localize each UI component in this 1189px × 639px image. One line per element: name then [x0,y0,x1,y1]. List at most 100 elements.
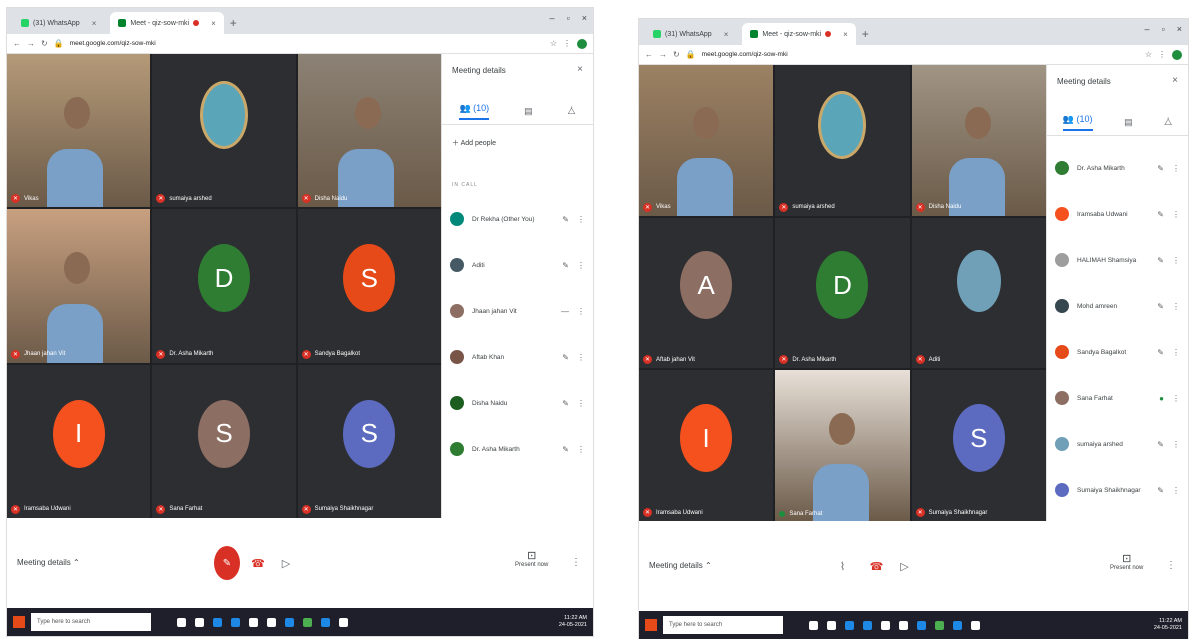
taskbar-app-icon[interactable] [809,620,818,630]
camera-icon[interactable]: ▷ [895,556,915,576]
close-icon[interactable]: × [577,64,583,75]
mic-icon[interactable]: ✎ [562,353,569,362]
windows-start-icon[interactable] [645,619,657,631]
meeting-details-button[interactable]: Meeting details ⌃ [649,561,712,570]
add-people-button[interactable]: ＋ Add people [452,138,496,148]
more-options-icon[interactable]: ⋮ [577,445,585,454]
taskbar-app-icon[interactable] [177,617,186,627]
mic-icon[interactable]: ✎ [1157,164,1164,173]
close-icon[interactable]: × [92,19,97,28]
more-options-icon[interactable]: ⋮ [577,261,585,270]
mic-icon[interactable]: ✎ [1157,256,1164,265]
mic-off-button[interactable]: ✎ [214,546,240,580]
tab-activities-icon[interactable]: ⧊ [568,106,576,117]
taskbar-search-box[interactable]: Type here to search [663,616,783,634]
mic-icon[interactable]: ● [1159,394,1164,403]
close-icon[interactable]: × [1172,75,1178,86]
more-options-icon[interactable]: ⋮ [577,399,585,408]
maximize-icon[interactable]: ▫ [1162,24,1165,34]
camera-icon[interactable]: ▷ [276,553,296,573]
close-window-icon[interactable]: × [1177,24,1182,34]
participant-tile[interactable]: ✕ sumaiya arshed [775,65,910,216]
taskbar-app-icon[interactable] [321,617,330,627]
more-options-icon[interactable]: ⋮ [1172,486,1180,495]
participant-row[interactable]: Dr. Asha Mikarth ✎ ⋮ [1055,145,1180,191]
back-icon[interactable]: ← [13,39,21,48]
participant-tile[interactable]: ✕ Disha Naidu [297,54,441,208]
participant-row[interactable]: Dr. Asha Mikarth ✎ ⋮ [450,426,585,472]
tab-people[interactable]: 👥 (10) [459,103,490,120]
system-tray-clock[interactable]: 11:22 AM 24-05-2021 [559,615,587,629]
star-icon[interactable]: ☆ [550,39,557,48]
taskbar-app-icon[interactable] [213,617,222,627]
mic-icon[interactable]: ✎ [1157,440,1164,449]
more-options-icon[interactable]: ⋮ [577,215,585,224]
new-tab-icon[interactable]: + [230,16,237,30]
mic-icon[interactable]: — [561,307,569,316]
mic-icon[interactable]: ✎ [562,261,569,270]
participant-tile[interactable]: ✕ sumaiya arshed [152,54,296,208]
forward-icon[interactable]: → [27,39,35,48]
mic-button[interactable]: ⌇ [833,556,853,576]
maximize-icon[interactable]: ▫ [567,13,570,23]
more-options-icon[interactable]: ⋮ [1172,164,1180,173]
participant-row[interactable]: sumaiya arshed ✎ ⋮ [1055,421,1180,467]
participant-tile[interactable]: D ✕ Dr. Asha Mikarth [152,209,296,363]
more-options-icon[interactable]: ⋮ [571,557,581,568]
minimize-icon[interactable]: – [550,13,555,23]
taskbar-search-box[interactable]: Type here to search [31,613,151,631]
mic-icon[interactable]: ✎ [562,445,569,454]
hang-up-icon[interactable]: ☎ [867,556,887,576]
taskbar-app-icon[interactable] [845,620,854,630]
windows-start-icon[interactable] [13,616,25,628]
present-now-button[interactable]: ⊡ Present now [515,549,548,568]
more-options-icon[interactable]: ⋮ [1172,210,1180,219]
mic-icon[interactable]: ✎ [562,215,569,224]
participant-tile[interactable]: ✕ Disha Naidu [911,65,1046,216]
participant-row[interactable]: Sana Farhat ● ⋮ [1055,375,1180,421]
participant-row[interactable]: Mohd amreen ✎ ⋮ [1055,283,1180,329]
meeting-details-button[interactable]: Meeting details ⌃ [17,558,80,567]
more-options-icon[interactable]: ⋮ [1172,348,1180,357]
browser-tab[interactable]: Meet - qiz-sow-mki × [742,23,856,45]
participant-tile[interactable]: I ✕ Iramsaba Udwani [639,370,774,521]
mic-icon[interactable]: ✎ [1157,486,1164,495]
participant-tile[interactable]: S ✕ Sana Farhat [152,364,296,518]
more-options-icon[interactable]: ⋮ [1166,560,1176,571]
taskbar-app-icon[interactable] [249,617,258,627]
participant-tile[interactable]: A ✕ Aftab jahan Vit [639,217,774,369]
participant-row[interactable]: Aftab Khan ✎ ⋮ [450,334,585,380]
forward-icon[interactable]: → [659,50,667,59]
minimize-icon[interactable]: – [1145,24,1150,34]
participant-row[interactable]: Iramsaba Udwani ✎ ⋮ [1055,191,1180,237]
close-icon[interactable]: × [843,30,848,39]
taskbar-app-icon[interactable] [917,620,926,630]
taskbar-app-icon[interactable] [881,620,890,630]
reload-icon[interactable]: ↻ [41,39,48,48]
profile-avatar[interactable] [1172,49,1182,60]
mic-icon[interactable]: ✎ [562,399,569,408]
close-icon[interactable]: × [724,30,729,39]
participant-row[interactable]: HALIMAH Shamsiya ✎ ⋮ [1055,237,1180,283]
more-options-icon[interactable]: ⋮ [1172,256,1180,265]
participant-tile[interactable]: ✕ Vikas [7,54,151,208]
system-tray-clock[interactable]: 11:22 AM 24-05-2021 [1154,618,1182,632]
participant-row[interactable]: Disha Naidu ✎ ⋮ [450,380,585,426]
taskbar-app-icon[interactable] [303,617,312,627]
taskbar-app-icon[interactable] [231,617,240,627]
star-icon[interactable]: ☆ [1145,50,1152,59]
participant-tile[interactable]: ✕ Jhaan jahan Vit [7,209,151,363]
taskbar-app-icon[interactable] [935,620,944,630]
participant-row[interactable]: Sandya Bagalkot ✎ ⋮ [1055,329,1180,375]
browser-tab[interactable]: (31) WhatsApp × [645,23,736,45]
hang-up-icon[interactable]: ☎ [248,553,268,573]
more-options-icon[interactable]: ⋮ [1172,440,1180,449]
back-icon[interactable]: ← [645,50,653,59]
participant-row[interactable]: Dr Rekha (Other You) ✎ ⋮ [450,196,585,242]
browser-tab[interactable]: Meet - qiz-sow-mki × [110,12,224,34]
close-icon[interactable]: × [211,19,216,28]
participant-row[interactable]: Sumaiya Shaikhnagar ✎ ⋮ [1055,467,1180,513]
taskbar-app-icon[interactable] [863,620,872,630]
present-now-button[interactable]: ⊡ Present now [1110,552,1143,571]
tab-chat-icon[interactable]: ▤ [524,106,533,117]
